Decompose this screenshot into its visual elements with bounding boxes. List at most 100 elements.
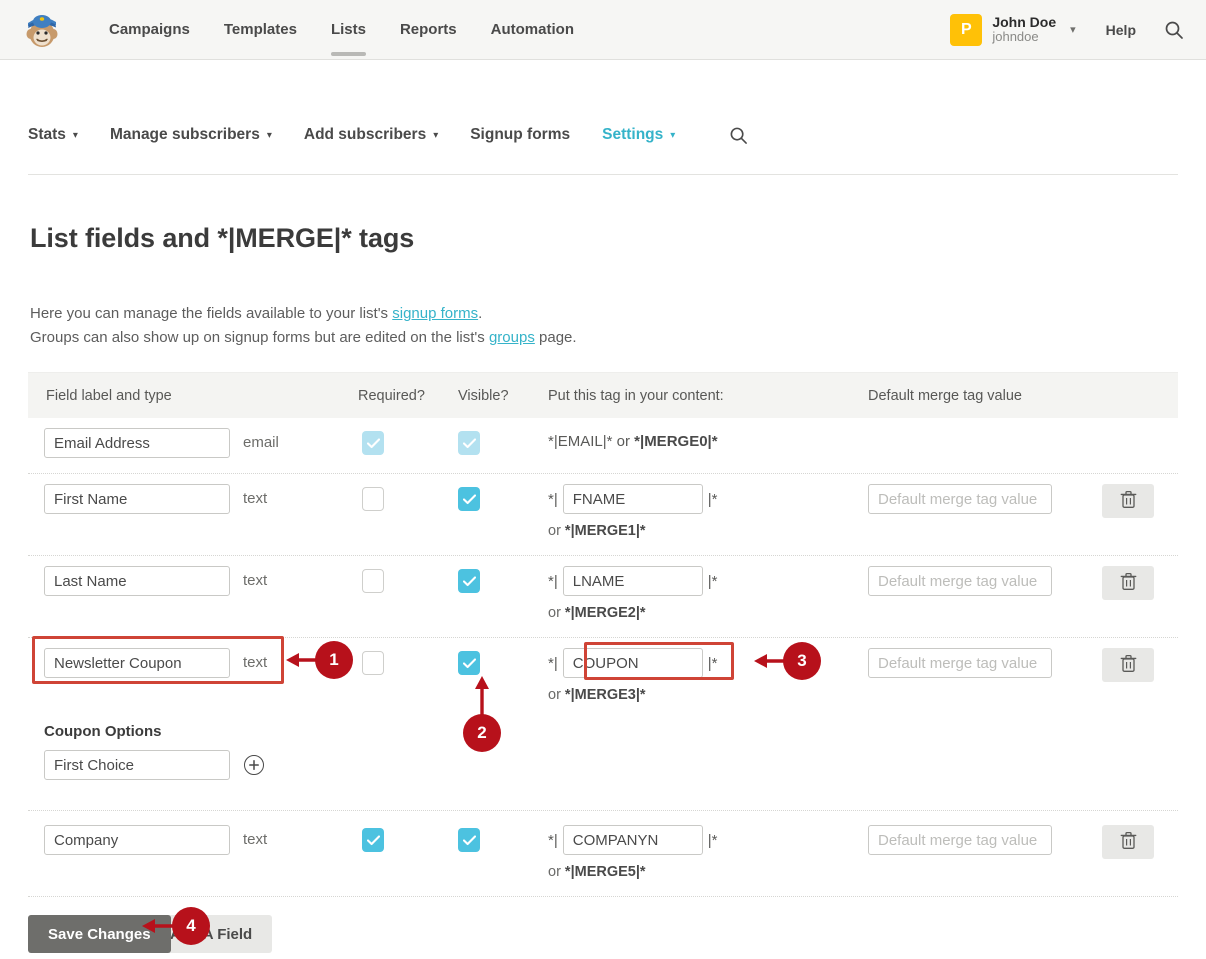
page-content: List fields and *|MERGE|* tags Here you … [0,223,1206,959]
page-title: List fields and *|MERGE|* tags [30,223,415,253]
user-info[interactable]: John Doe johndoe [992,14,1056,45]
required-checkbox[interactable] [362,569,384,593]
subnav-label-signup-forms: Signup forms [470,126,571,143]
groups-link[interactable]: groups [489,329,535,346]
field-label-cell: text [28,566,358,596]
field-name-input[interactable] [44,566,230,596]
field-name-input[interactable] [44,825,230,855]
visible-checkbox[interactable] [458,487,480,511]
chevron-down-icon: ▾ [670,129,676,141]
nav-item-campaigns[interactable]: Campaigns [92,0,207,60]
subnav-item-signup-forms[interactable]: Signup forms [470,126,570,144]
alt-merge-tag: *|MERGE1|* [564,523,646,539]
default-value-input[interactable] [868,648,1052,678]
default-value-cell [868,484,1088,514]
required-checkbox[interactable] [362,487,384,511]
signup-forms-link[interactable]: signup forms [392,305,478,322]
subnav-item-settings[interactable]: Settings ▾ [602,126,675,144]
default-value-input[interactable] [868,825,1052,855]
intro-line-1-post: . [478,305,483,322]
help-link[interactable]: Help [1090,22,1152,38]
column-header-visible: Visible? [458,387,509,404]
annotation-badge-4: 4 [172,907,210,945]
chevron-down-icon: ▾ [72,129,78,141]
merge-tag-input[interactable] [562,566,703,596]
merge-tag-cell: *| |* or *|MERGE2|* [548,566,868,627]
merge-tag-input[interactable] [562,648,703,678]
merge-tag-input[interactable] [562,825,703,855]
field-name-input[interactable] [44,428,230,458]
required-cell [358,825,458,852]
merge-tag-input-row: *| |* [548,484,868,514]
visible-checkbox[interactable] [458,651,480,675]
nav-item-lists[interactable]: Lists [314,0,383,60]
page-intro: Here you can manage the fields available… [30,302,1178,350]
coupon-options-title: Coupon Options [44,723,162,740]
intro-line-2-post: page. [534,329,577,346]
table-row: text *| |* or *|MERGE3|* [28,638,1178,719]
merge-tag-close-delim: |* [707,831,718,849]
chevron-down-icon: ▾ [433,129,439,141]
visible-cell [458,825,548,852]
required-cell [358,566,458,593]
default-value-input[interactable] [868,566,1052,596]
visible-cell [458,648,548,675]
visible-checkbox[interactable] [458,828,480,852]
nav-item-templates[interactable]: Templates [207,0,314,60]
required-checkbox[interactable] [362,828,384,852]
subnav-item-stats[interactable]: Stats ▾ [28,126,78,144]
required-checkbox[interactable] [362,431,384,455]
avatar[interactable]: P [950,13,983,46]
visible-cell [458,428,548,455]
nav-item-reports[interactable]: Reports [383,0,474,60]
table-header-row: Field label and type Required? Visible? … [28,372,1178,418]
delete-field-button[interactable] [1102,484,1154,518]
chevron-down-icon[interactable]: ▾ [1060,23,1090,36]
list-sub-navigation: Stats ▾ Manage subscribers ▾ Add subscri… [28,60,1178,175]
visible-checkbox[interactable] [458,431,480,455]
required-cell [358,648,458,675]
table-row: text *| |* or *|MERGE1|* [28,474,1178,556]
delete-cell [1088,484,1178,518]
merge-tag-open-delim: *| [548,572,558,590]
chevron-down-icon: ▾ [266,129,272,141]
trash-icon [1120,572,1137,594]
intro-line-1-pre: Here you can manage the fields available… [30,305,393,322]
delete-cell [1088,566,1178,600]
subnav-item-add-subscribers[interactable]: Add subscribers ▾ [304,126,438,144]
required-checkbox[interactable] [362,651,384,675]
subnav-label-add-subscribers: Add subscribers [303,126,427,143]
table-row: text *| |* or *|MERGE5|* [28,811,1178,897]
field-name-input[interactable] [44,648,230,678]
alt-merge-tag-row: or *|MERGE3|* [548,682,868,709]
merge-tag-open-delim: *| [548,490,558,508]
field-name-input[interactable] [44,484,230,514]
search-icon[interactable] [729,126,748,145]
nav-item-automation[interactable]: Automation [474,0,591,60]
delete-cell [1088,648,1178,682]
subnav-item-manage-subscribers[interactable]: Manage subscribers ▾ [110,126,272,144]
delete-field-button[interactable] [1102,648,1154,682]
field-label-cell: text [28,484,358,514]
required-cell [358,428,458,455]
merge-tag-close-delim: |* [707,654,718,672]
alt-merge-tag-row: or *|MERGE1|* [548,518,868,545]
subnav-label-stats: Stats [28,126,66,143]
alt-merge-tag-prefix: or [548,864,565,880]
default-value-input[interactable] [868,484,1052,514]
merge-tag-input[interactable] [562,484,703,514]
merge-tag-close-delim: |* [707,490,718,508]
visible-checkbox[interactable] [458,569,480,593]
subnav-label-settings: Settings [602,126,664,143]
column-header-default: Default merge tag value [868,387,1022,404]
intro-line-1: Here you can manage the fields available… [30,302,1178,326]
coupon-option-input[interactable] [44,750,230,780]
mailchimp-freddie-logo[interactable] [22,10,62,50]
default-value-cell [868,648,1088,678]
delete-field-button[interactable] [1102,566,1154,600]
trash-icon [1120,654,1137,676]
delete-field-button[interactable] [1102,825,1154,859]
trash-icon [1120,831,1137,853]
plus-circle-icon[interactable] [244,755,264,775]
search-icon[interactable] [1152,20,1188,40]
